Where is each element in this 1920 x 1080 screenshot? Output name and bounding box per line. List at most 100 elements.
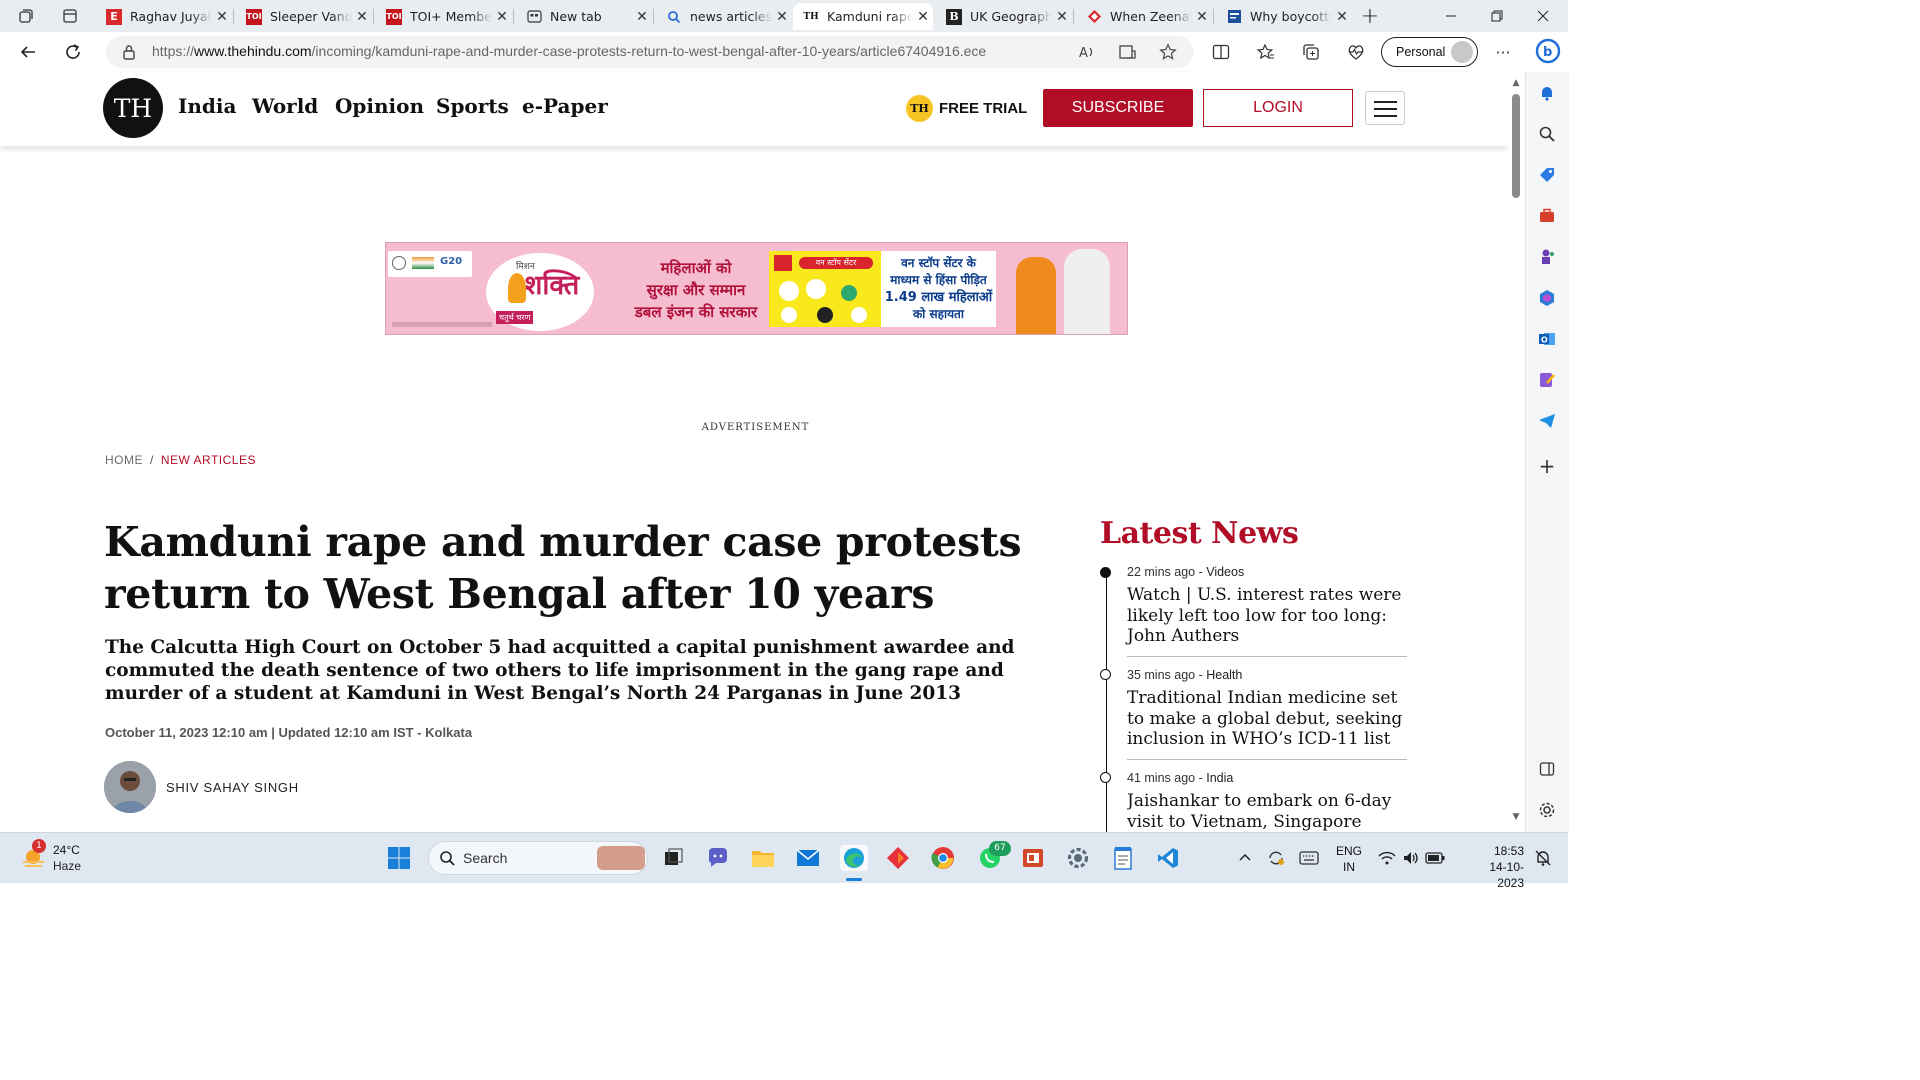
close-tab-icon[interactable]: ✕ (1192, 9, 1212, 25)
collections-icon[interactable] (1300, 41, 1322, 63)
new-tab-plus-icon[interactable]: + (1352, 0, 1388, 32)
whatsapp-icon[interactable]: 67 (977, 841, 1011, 871)
add-sidebar-app-plus-icon[interactable]: + (1536, 454, 1558, 478)
close-tab-icon[interactable]: ✕ (772, 9, 792, 25)
advertisement-banner[interactable]: G20 मिशन शक्ति चतुर्थ चरण महिलाओं को सुर… (385, 242, 1128, 335)
login-button[interactable]: LOGIN (1203, 89, 1353, 127)
nav-opinion[interactable]: Opinion (335, 94, 424, 118)
latest-news-headline[interactable]: Watch | U.S. interest rates were likely … (1127, 585, 1407, 647)
nav-sports[interactable]: Sports (436, 94, 509, 118)
volume-icon[interactable] (1398, 845, 1424, 871)
microsoft-365-icon[interactable] (1536, 287, 1558, 309)
close-tab-icon[interactable]: ✕ (913, 9, 933, 25)
battery-icon[interactable] (1422, 845, 1448, 871)
close-tab-icon[interactable]: ✕ (352, 9, 372, 25)
chrome-icon[interactable] (930, 845, 956, 871)
author-name[interactable]: SHIV SAHAY SINGH (166, 780, 299, 795)
close-tab-icon[interactable]: ✕ (492, 9, 512, 25)
notification-bell-icon[interactable] (1536, 82, 1558, 104)
close-tab-icon[interactable]: ✕ (212, 9, 232, 25)
office-app-icon[interactable] (1020, 845, 1046, 871)
taskbar-search-box[interactable]: Search (428, 841, 648, 875)
url-text[interactable]: https://www.thehindu.com/incoming/kamdun… (152, 43, 986, 59)
read-aloud-icon[interactable]: A (1076, 41, 1098, 63)
tab-when-zeenat[interactable]: When Zeenat ✕ (1076, 3, 1212, 30)
task-view-icon[interactable] (660, 845, 686, 871)
input-language-indicator[interactable]: ENG IN (1336, 843, 1362, 875)
settings-gear-icon[interactable] (1536, 799, 1558, 821)
weather-widget[interactable]: 1 24°C Haze (20, 839, 90, 873)
latest-news-headline[interactable]: Jaishankar to embark on 6-day visit to V… (1127, 791, 1407, 832)
telegram-send-icon[interactable] (1536, 410, 1558, 432)
restore-icon[interactable] (1474, 0, 1520, 32)
tab-news-articles[interactable]: news articles ✕ (656, 3, 792, 30)
latest-news-headline[interactable]: Traditional Indian medicine set to make … (1127, 688, 1407, 750)
teams-chat-icon[interactable] (705, 845, 731, 871)
profile-button[interactable]: Personal (1381, 37, 1478, 67)
edge-browser-icon[interactable] (840, 845, 868, 871)
breadcrumb-new-articles[interactable]: NEW ARTICLES (161, 453, 256, 467)
close-tab-icon[interactable]: ✕ (632, 9, 652, 25)
tab-why-boycotts[interactable]: Why boycotts ✕ (1216, 3, 1352, 30)
tab-actions-icon[interactable] (48, 0, 92, 32)
refresh-icon[interactable] (58, 38, 88, 66)
hide-sidebar-icon[interactable] (1536, 758, 1558, 780)
hamburger-menu-icon[interactable] (1365, 91, 1405, 125)
page-scrollbar[interactable]: ▲ ▼ (1508, 72, 1524, 832)
diamond-icon (1086, 9, 1102, 25)
show-hidden-icons-chevron-icon[interactable] (1232, 845, 1258, 871)
system-clock[interactable]: 18:53 14-10-2023 (1480, 843, 1524, 891)
scrollbar-thumb[interactable] (1512, 94, 1520, 198)
e-favicon-icon: E (106, 8, 122, 25)
scroll-down-arrow-icon[interactable]: ▼ (1511, 812, 1521, 822)
lock-icon[interactable] (122, 44, 136, 64)
keyboard-icon[interactable] (1296, 845, 1322, 871)
close-tab-icon[interactable]: ✕ (1332, 9, 1352, 25)
close-window-icon[interactable] (1520, 0, 1566, 32)
file-explorer-icon[interactable] (750, 845, 776, 871)
search-icon[interactable] (1536, 123, 1558, 145)
settings-gear-icon[interactable] (1065, 845, 1091, 871)
workspaces-icon[interactable] (4, 0, 48, 32)
favorite-star-icon[interactable] (1157, 41, 1179, 63)
tab-uk-geograph[interactable]: B UK Geograph ✕ (936, 3, 1072, 30)
favorites-icon[interactable] (1255, 41, 1277, 63)
the-hindu-logo[interactable]: TH (103, 78, 163, 138)
nav-epaper[interactable]: e-Paper (522, 94, 608, 118)
nav-india[interactable]: India (178, 94, 236, 118)
bing-copilot-icon[interactable]: b (1533, 36, 1563, 66)
designer-icon[interactable] (1536, 369, 1558, 391)
app-diamond-icon[interactable] (885, 845, 911, 871)
sync-icon[interactable] (1263, 845, 1289, 871)
url-bar[interactable]: https://www.thehindu.com/incoming/kamdun… (106, 36, 1194, 68)
notepad-icon[interactable] (1110, 845, 1136, 871)
tools-briefcase-icon[interactable] (1536, 205, 1558, 227)
split-screen-icon[interactable] (1210, 41, 1232, 63)
shopping-tag-icon[interactable] (1536, 164, 1558, 186)
scroll-up-arrow-icon[interactable]: ▲ (1511, 78, 1521, 88)
browser-essentials-icon[interactable] (1345, 41, 1367, 63)
subscribe-button[interactable]: SUBSCRIBE (1043, 89, 1193, 127)
nav-world[interactable]: World (252, 94, 318, 118)
immersive-reader-icon[interactable] (1116, 41, 1138, 63)
tab-kamduni-active[interactable]: TH Kamduni rape ✕ (793, 3, 933, 30)
wifi-icon[interactable] (1374, 845, 1400, 871)
close-tab-icon[interactable]: ✕ (1052, 9, 1072, 25)
tab-raghav-juyal[interactable]: E Raghav Juyal ✕ (96, 3, 232, 30)
more-menu-icon[interactable]: ··· (1492, 41, 1514, 63)
minimize-icon[interactable] (1428, 0, 1474, 32)
windows-start-icon[interactable] (386, 845, 412, 871)
author-avatar[interactable] (104, 761, 156, 813)
games-icon[interactable] (1536, 246, 1558, 268)
vscode-icon[interactable] (1155, 845, 1181, 871)
latest-news-title[interactable]: Latest News (1100, 516, 1299, 551)
mail-icon[interactable] (795, 845, 821, 871)
tab-sleeper-vande[interactable]: TOI Sleeper Vande ✕ (236, 3, 372, 30)
tab-new-tab[interactable]: New tab ✕ (516, 3, 652, 30)
outlook-icon[interactable]: O (1536, 328, 1558, 350)
back-arrow-icon[interactable] (13, 38, 43, 66)
tab-toi-plus[interactable]: TOI TOI+ Membe ✕ (376, 3, 512, 30)
breadcrumb-home[interactable]: HOME (105, 453, 143, 467)
notification-center-icon[interactable] (1530, 845, 1556, 871)
free-trial-link[interactable]: TH FREE TRIAL (906, 95, 1027, 122)
